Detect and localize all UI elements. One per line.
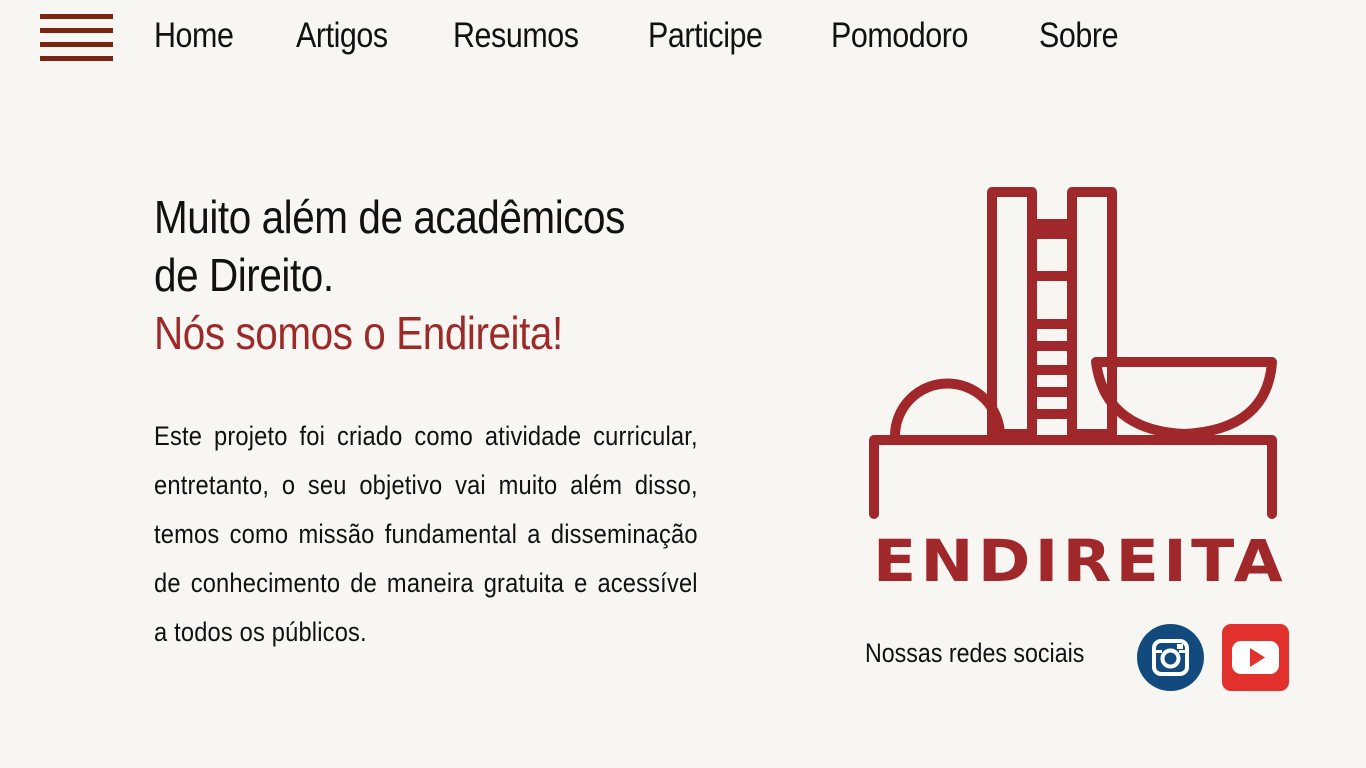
- hero-description: Este projeto foi criado como atividade c…: [154, 412, 698, 657]
- headline-line-2: de Direito.: [154, 249, 334, 301]
- logo-left-tower: [987, 187, 1037, 439]
- logo-dome: [890, 378, 1005, 441]
- logo-platform: [869, 435, 1277, 519]
- menu-icon[interactable]: [40, 14, 113, 62]
- menu-bar: [40, 14, 113, 19]
- logo-wordmark: ENDIREITA: [873, 527, 1287, 594]
- logo-bowl: [1091, 357, 1277, 439]
- youtube-icon: [1232, 641, 1279, 674]
- nav-participe[interactable]: Participe: [648, 16, 763, 56]
- menu-bar: [40, 56, 113, 61]
- youtube-button[interactable]: [1222, 624, 1289, 691]
- social-label: Nossas redes sociais: [865, 638, 1085, 668]
- main-nav: Home Artigos Resumos Participe Pomodoro …: [154, 14, 1181, 58]
- nav-resumos[interactable]: Resumos: [453, 16, 579, 56]
- hero-description-text: Este projeto foi criado como atividade c…: [154, 421, 698, 647]
- instagram-icon: [1152, 639, 1189, 676]
- logo-graphic: [869, 187, 1277, 519]
- menu-bar: [40, 28, 113, 33]
- page: Home Artigos Resumos Participe Pomodoro …: [0, 0, 1366, 768]
- nav-artigos[interactable]: Artigos: [296, 16, 388, 56]
- nav-home[interactable]: Home: [154, 16, 234, 56]
- endireita-logo: ENDIREITA: [869, 187, 1287, 594]
- instagram-button[interactable]: [1137, 624, 1204, 691]
- headline-accent: Nós somos o Endireita!: [154, 307, 563, 359]
- nav-sobre[interactable]: Sobre: [1039, 16, 1119, 56]
- headline-line-1: Muito além de acadêmicos: [154, 191, 625, 243]
- hero-headline: Muito além de acadêmicos de Direito. Nós…: [154, 188, 714, 362]
- nav-pomodoro[interactable]: Pomodoro: [831, 16, 968, 56]
- menu-bar: [40, 42, 113, 47]
